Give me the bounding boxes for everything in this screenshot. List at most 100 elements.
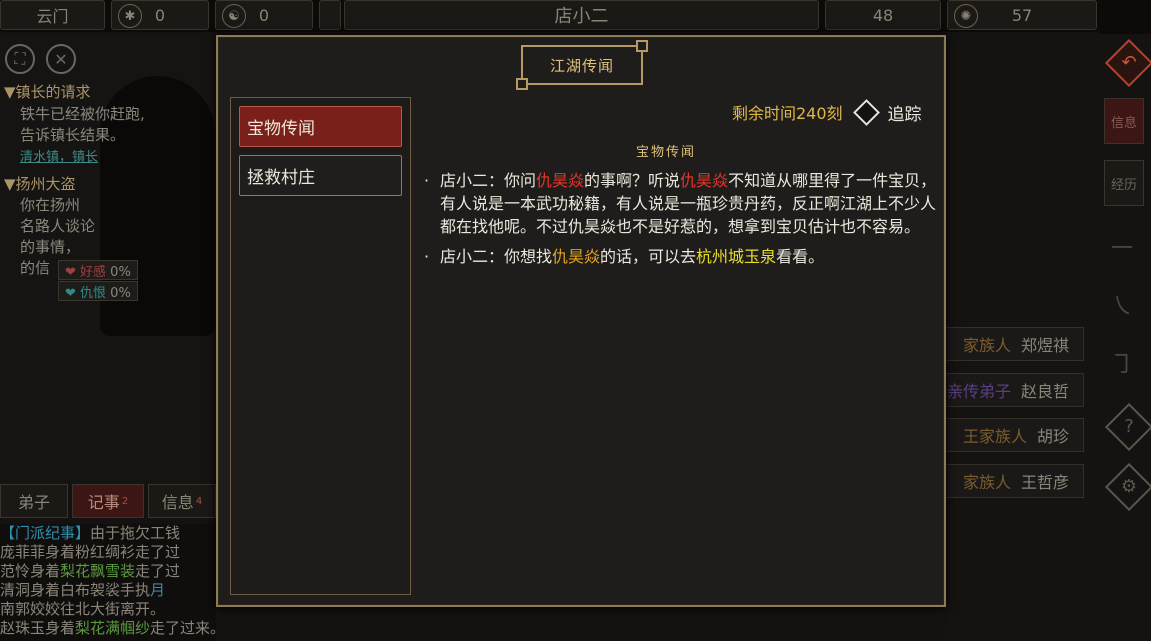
coin-icon: ✱ <box>118 4 142 28</box>
quest-panel: ⛶ ✕ ▼镇长的请求 铁牛已经被你赶跑, 告诉镇长结果。 清水镇，镇长 ▼扬州大… <box>0 34 216 484</box>
sect-name: 云门 <box>36 7 69 26</box>
close-icon[interactable]: ✕ <box>46 44 76 74</box>
log-line: 范怜身着梨花飘雪装走了过 <box>0 562 216 581</box>
member-name: 胡珍 <box>1036 427 1069 446</box>
info-badge: 4 <box>195 495 203 507</box>
dialog-text: 的话，可以去 <box>600 247 697 266</box>
tab-info-label: 信息 <box>161 493 194 512</box>
rumor-content: 店小二：你问仇昊焱的事啊？听说仇昊焱不知道从哪里得了一件宝贝，有人说是一本武功秘… <box>421 169 941 275</box>
top-cell-partial <box>319 0 341 30</box>
side-history-label: 经历 <box>1110 177 1137 193</box>
member-name: 王哲彦 <box>1020 473 1069 492</box>
tab-info[interactable]: 信息 4 <box>148 484 216 518</box>
log-line: 南郭姣姣往北大街离开。 <box>0 600 166 618</box>
calligraphy-icon[interactable]: ㇏ <box>1110 286 1134 321</box>
log-text: 走了过来。 <box>150 619 226 637</box>
rumor-list-label: 宝物传闻 <box>247 119 315 139</box>
favor-stat: ❤ 好感 0% <box>58 260 138 280</box>
quest1-line2: 告诉镇长结果。 <box>20 126 126 144</box>
log-tag: 【门派纪事】 <box>0 524 91 542</box>
dialog-text: 看看。 <box>776 247 825 266</box>
hatred-stat: ❤ 仇恨 0% <box>58 281 138 301</box>
dialog-title: 江湖传闻 <box>516 40 648 90</box>
hatred-label: ❤ 仇恨 <box>65 286 107 301</box>
bottom-tabs: 弟子 记事 2 信息 4 <box>0 484 216 520</box>
log-line: 庞菲菲身着粉红绸衫走了过 <box>0 543 181 561</box>
npc-name-highlight: 仇昊焱 <box>680 171 729 190</box>
top-cell-resource2: ☯ 0 <box>215 0 313 30</box>
event-log: 【门派纪事】由于拖欠工钱 庞菲菲身着粉红绸衫走了过 范怜身着梨花飘雪装走了过 清… <box>0 524 225 641</box>
stat2-value: 57 <box>1011 5 1033 25</box>
log-line: 清洞身着白布袈裟手执月 <box>0 581 216 600</box>
top-cell-stat1: 48 <box>825 0 941 30</box>
log-text: 走了过 <box>135 562 181 580</box>
quest2-line3: 的事情， <box>20 238 81 256</box>
tab-disciples-label: 弟子 <box>17 493 50 512</box>
rumor-list-label: 拯救村庄 <box>247 168 315 188</box>
hatred-value: 0% <box>110 286 131 301</box>
log-line: 【门派纪事】由于拖欠工钱 <box>0 524 216 543</box>
calligraphy-icon[interactable]: ㇐ <box>1110 228 1134 263</box>
favor-value: 0% <box>110 265 131 280</box>
remaining-time: 剩余时间240刻 <box>732 104 843 123</box>
member-card[interactable]: 家族人 郑煜祺 <box>938 327 1084 361</box>
quest2-line2: 名路人谈论 <box>20 217 96 235</box>
rumor-list: 宝物传闻 拯救村庄 <box>230 97 411 595</box>
gear-emblem-icon: ✺ <box>954 4 978 28</box>
dialog-text: 的事啊？听说 <box>584 171 681 190</box>
log-line: 赵珠玉身着梨花满帼纱走了过来。 <box>0 619 225 638</box>
dialog-text: 店小二：你问 <box>440 171 537 190</box>
knot-ornament-icon <box>636 40 648 52</box>
track-checkbox-icon[interactable] <box>852 98 880 126</box>
log-item: 梨花满帼纱 <box>75 619 151 637</box>
log-text: 赵珠玉身着 <box>0 619 76 637</box>
log-item: 月 <box>150 581 166 599</box>
npc-name-highlight: 仇昊焱 <box>552 247 601 266</box>
member-card[interactable]: 亲传弟子 赵良哲 <box>938 373 1084 407</box>
section-title: 宝物传闻 <box>636 145 697 160</box>
records-badge: 2 <box>121 495 129 507</box>
resource2-value: 0 <box>258 5 270 25</box>
side-history-button[interactable]: 经历 <box>1104 160 1144 206</box>
quest2-title[interactable]: ▼扬州大盗 <box>4 174 76 195</box>
member-card[interactable]: 家族人 王哲彦 <box>938 464 1084 498</box>
quest1-title[interactable]: ▼镇长的请求 <box>4 82 91 103</box>
quest1-line1: 铁牛已经被你赶跑, <box>20 105 145 123</box>
favor-label: ❤ 好感 <box>65 265 107 280</box>
member-tag: 亲传弟子 <box>946 382 1011 401</box>
rumor-list-item-treasure[interactable]: 宝物传闻 <box>239 106 402 147</box>
dialog-text: 店小二：你想找 <box>440 247 553 266</box>
track-label: 追踪 <box>887 104 922 125</box>
member-tag: 家族人 <box>962 336 1011 355</box>
tab-records[interactable]: 记事 2 <box>72 484 144 518</box>
member-name: 郑煜祺 <box>1020 336 1069 355</box>
calligraphy-icon[interactable]: ㇆ <box>1110 344 1134 379</box>
rumor-list-item-village[interactable]: 拯救村庄 <box>239 155 402 196</box>
expand-icon[interactable]: ⛶ <box>5 44 35 74</box>
tab-disciples[interactable]: 弟子 <box>0 484 68 518</box>
top-cell-resource1: ✱ 0 <box>111 0 209 30</box>
top-cell-stat2: ✺ 57 <box>947 0 1097 30</box>
member-tag: 家族人 <box>962 473 1011 492</box>
member-card[interactable]: 王家族人 胡珍 <box>938 418 1084 452</box>
quest1-link[interactable]: 清水镇，镇长 <box>20 147 98 168</box>
rumor-paragraph: 店小二：你想找仇昊焱的话，可以去杭州城玉泉看看。 <box>421 245 941 268</box>
quest2-line1: 你在扬州 <box>20 196 81 214</box>
resource1-value: 0 <box>154 5 166 25</box>
stat1-value: 48 <box>872 5 894 25</box>
location-highlight: 杭州城玉泉 <box>696 247 777 266</box>
rumors-dialog: 江湖传闻 宝物传闻 拯救村庄 剩余时间240刻 追踪 宝物传闻 店小二：你问仇昊… <box>216 35 946 607</box>
quest2-line4: 的信 <box>20 259 51 277</box>
track-toggle[interactable]: 追踪 <box>852 98 922 126</box>
rumor-paragraph: 店小二：你问仇昊焱的事啊？听说仇昊焱不知道从哪里得了一件宝贝，有人说是一本武功秘… <box>421 169 941 238</box>
member-name: 赵良哲 <box>1020 382 1069 401</box>
yinyang-icon: ☯ <box>222 4 246 28</box>
tab-records-label: 记事 <box>87 493 120 512</box>
npc-title: 店小二 <box>554 6 609 27</box>
side-info-label: 信息 <box>1110 115 1137 131</box>
member-tag: 王家族人 <box>962 427 1027 446</box>
knot-ornament-icon <box>516 78 528 90</box>
log-item: 梨花飘雪装 <box>60 562 136 580</box>
side-info-button[interactable]: 信息 <box>1104 98 1144 144</box>
log-text: 由于拖欠工钱 <box>90 524 181 542</box>
